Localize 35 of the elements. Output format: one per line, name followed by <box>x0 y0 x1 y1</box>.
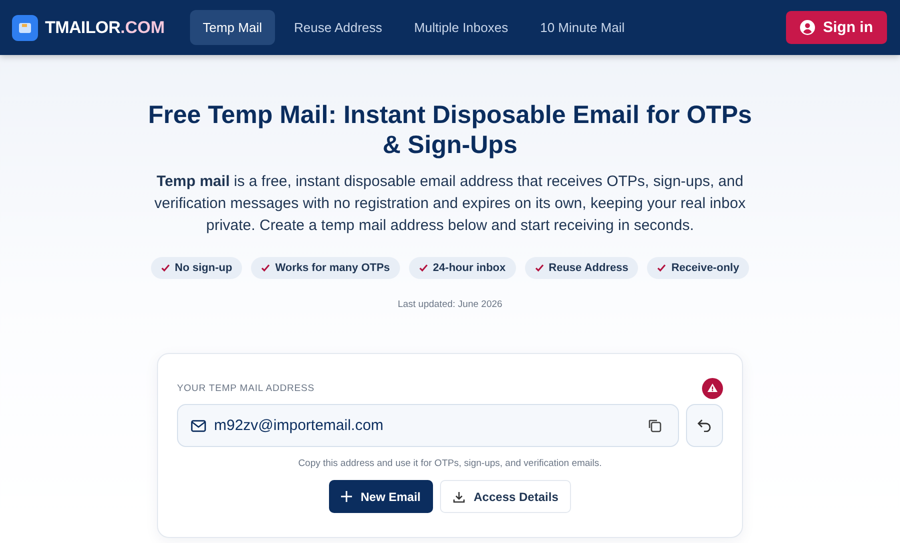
nav-tab[interactable]: Reuse Address <box>280 10 396 45</box>
logo-text: TMAILOR <box>45 18 120 38</box>
sign-in-button[interactable]: Sign in <box>786 11 887 44</box>
intro-paragraph: Temp mail is a free, instant disposable email address that receives OTPs, sign-ups, and verification messages with no registration and expires on its own, keeping your real inbox private. Create a temp mail address below and start receiving in seconds. <box>153 172 747 236</box>
download-icon <box>452 490 465 502</box>
nav-tab[interactable]: 10 Minute Mail <box>527 10 638 45</box>
plus-icon <box>340 491 352 502</box>
copy-button[interactable] <box>647 418 662 433</box>
undo-button[interactable] <box>686 404 723 447</box>
check-icon <box>534 264 544 272</box>
check-icon <box>657 264 666 272</box>
address-field[interactable]: m92zv@importemail.com <box>177 404 679 447</box>
logo-icon <box>12 14 38 40</box>
new-email-button[interactable]: New Email <box>328 480 433 513</box>
page-title: Free Temp Mail: Instant Disposable Email for OTPs & Sign-Ups <box>147 100 753 160</box>
access-details-button[interactable]: Access Details <box>440 480 572 513</box>
undo-icon <box>697 419 712 432</box>
check-icon <box>160 264 170 272</box>
user-icon <box>800 20 815 35</box>
last-updated-text: Last updated: June 2026 <box>398 299 502 310</box>
address-label: YOUR TEMP MAIL ADDRESS <box>177 382 314 394</box>
feature-chip: Works for many OTPs <box>251 257 400 279</box>
mail-icon <box>191 420 206 432</box>
hint-text: Copy this address and use it for OTPs, sign-ups, and verification emails. <box>297 458 603 469</box>
nav-tab[interactable]: Temp Mail <box>190 10 275 45</box>
check-icon <box>418 264 428 272</box>
logo-suffix: .COM <box>120 18 165 38</box>
check-icon <box>261 264 270 272</box>
feature-chip: No sign-up <box>150 257 242 279</box>
feature-chip: Receive-only <box>647 257 750 279</box>
copy-icon <box>647 418 662 433</box>
warning-icon[interactable] <box>702 378 723 398</box>
feature-chip: 24-hour inbox <box>408 257 516 279</box>
feature-chip: Reuse Address <box>524 257 638 279</box>
nav-tab[interactable]: Multiple Inboxes <box>401 10 522 45</box>
